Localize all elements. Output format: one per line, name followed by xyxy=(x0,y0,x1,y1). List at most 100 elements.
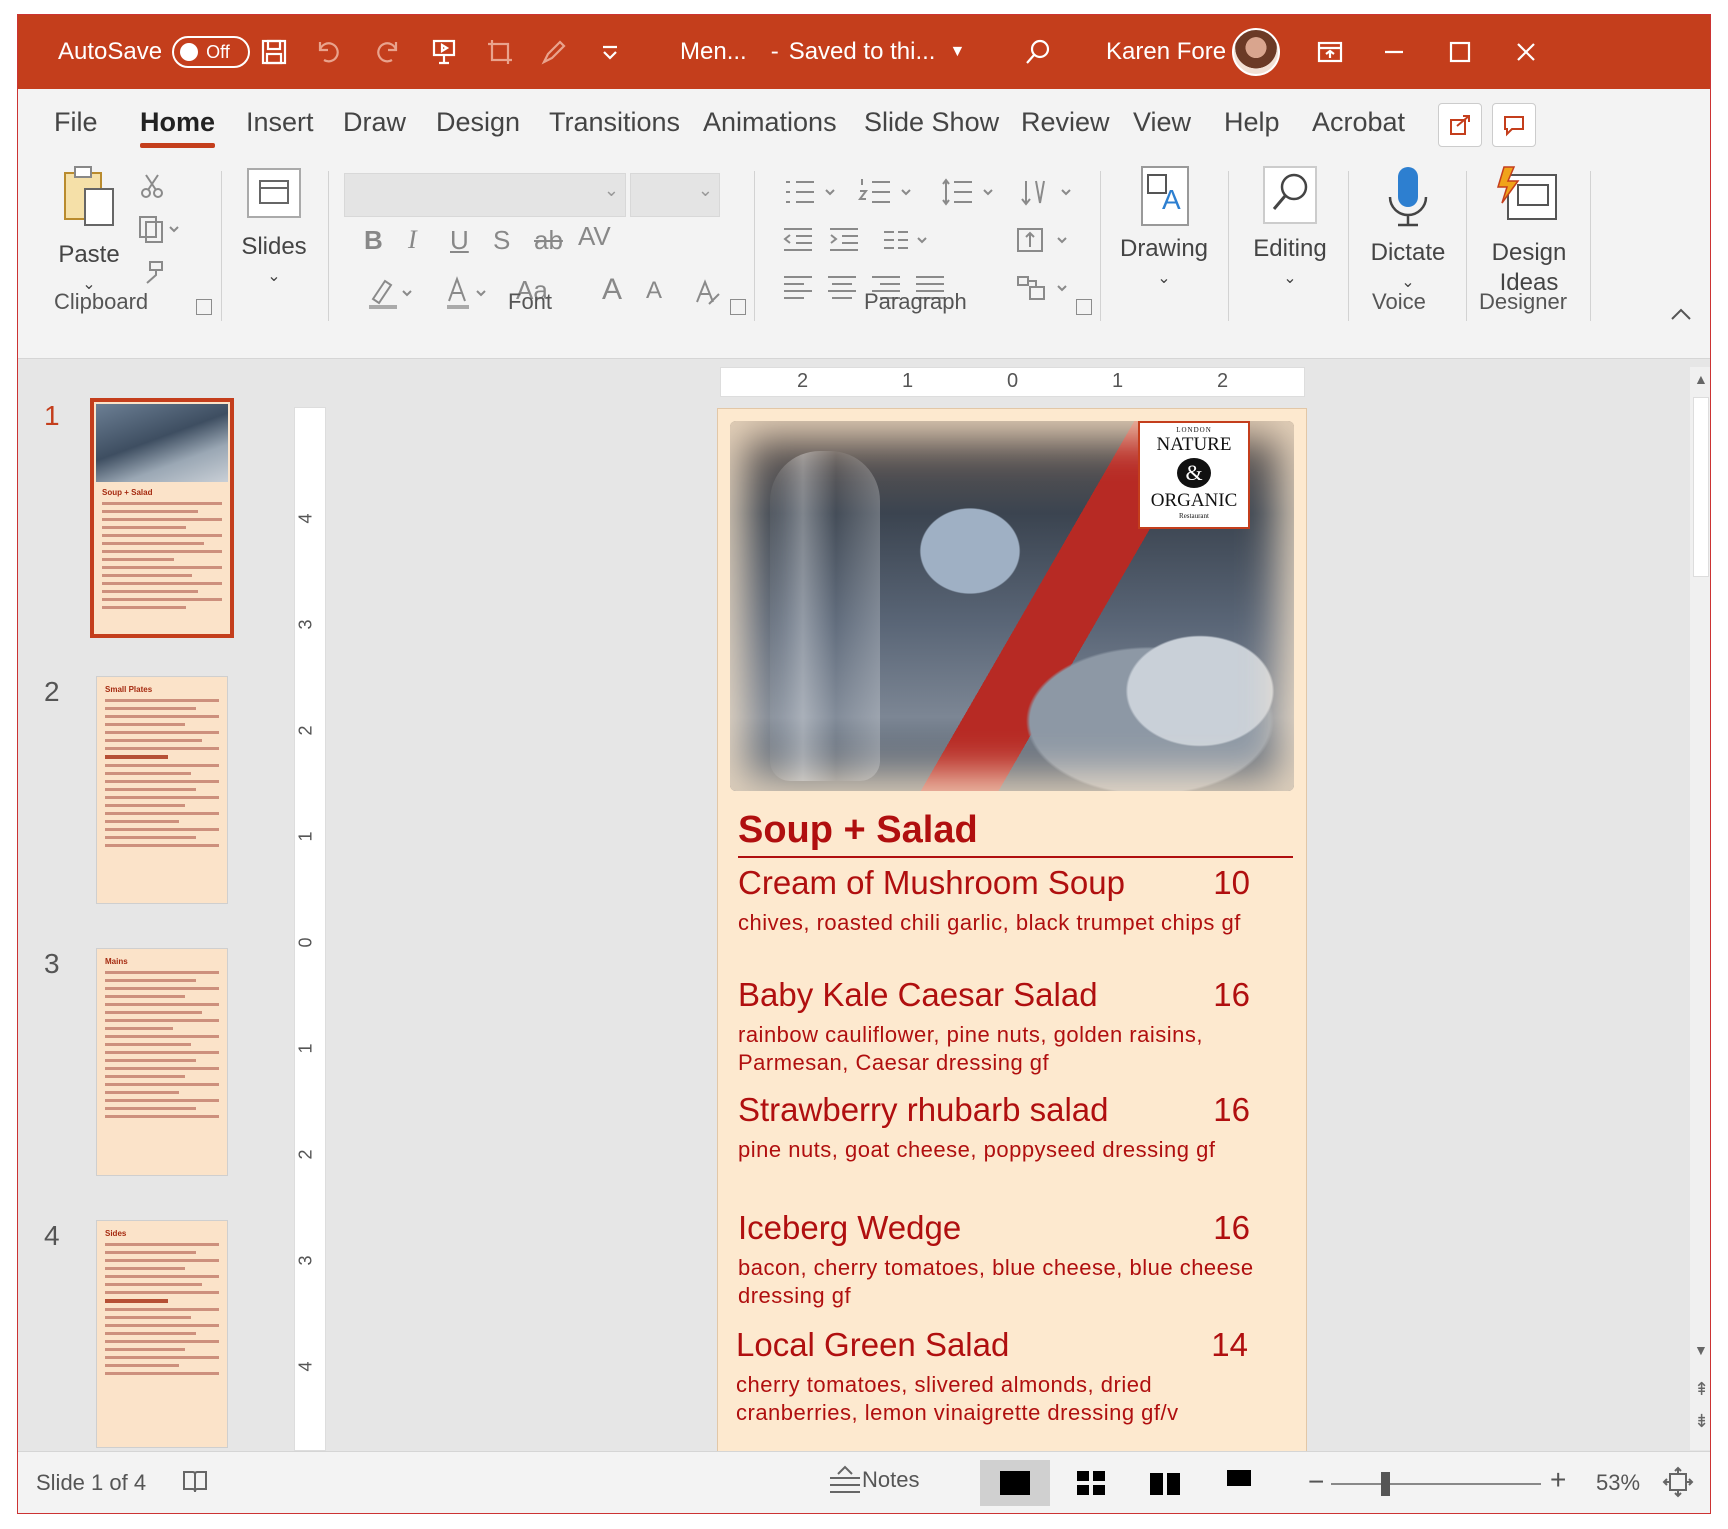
zoom-slider-track[interactable] xyxy=(1331,1483,1541,1485)
tab-insert[interactable]: Insert xyxy=(246,107,314,138)
align-center-icon[interactable] xyxy=(822,271,862,305)
chevron-down-icon[interactable]: ⌄ xyxy=(1112,264,1216,294)
character-spacing-button[interactable]: AV xyxy=(578,221,611,252)
highlight-icon[interactable] xyxy=(360,273,420,313)
fit-slide-icon[interactable] xyxy=(1662,1466,1694,1498)
zoom-out-button[interactable]: − xyxy=(1308,1466,1324,1498)
font-size-combo[interactable]: ⌄ xyxy=(630,173,720,217)
next-slide-icon[interactable]: ⇟ xyxy=(1694,1411,1709,1432)
menu-item[interactable]: Local Green Salad 14 cherry tomatoes, sl… xyxy=(736,1325,1276,1427)
align-text-icon[interactable] xyxy=(1010,223,1080,257)
slide-thumbnails-pane[interactable]: 1 Soup + Salad 2 Small Plates 3 Mains 4 … xyxy=(18,360,258,1450)
numbering-icon[interactable] xyxy=(854,175,924,209)
tab-acrobat[interactable]: Acrobat xyxy=(1312,107,1405,138)
strikethrough-button[interactable]: ab xyxy=(534,225,563,256)
restaurant-logo[interactable]: LONDON NATURE & ORGANIC Restaurant xyxy=(1138,421,1250,529)
text-direction-icon[interactable] xyxy=(1014,175,1084,209)
comments-icon[interactable] xyxy=(1492,103,1536,147)
avatar[interactable] xyxy=(1232,28,1280,76)
format-painter-icon[interactable] xyxy=(132,253,172,293)
slide-thumbnail-4[interactable]: Sides xyxy=(96,1220,228,1448)
dialog-launcher-icon[interactable] xyxy=(196,299,212,315)
undo-icon[interactable] xyxy=(308,32,348,72)
collapse-ribbon-icon[interactable] xyxy=(1670,307,1692,326)
previous-slide-icon[interactable]: ⇞ xyxy=(1694,1379,1709,1400)
dictate-button[interactable]: Dictate ⌄ xyxy=(1358,163,1458,298)
bold-button[interactable]: B xyxy=(364,225,383,256)
clear-formatting-icon[interactable] xyxy=(688,273,728,313)
tab-animations[interactable]: Animations xyxy=(703,107,837,138)
tab-file[interactable]: File xyxy=(54,107,98,138)
dialog-launcher-icon[interactable] xyxy=(1076,299,1092,315)
zoom-in-button[interactable]: + xyxy=(1550,1464,1566,1496)
convert-to-smartart-icon[interactable] xyxy=(1010,271,1080,305)
editing-button[interactable]: Editing ⌄ xyxy=(1240,163,1340,294)
font-color-icon[interactable] xyxy=(438,273,498,313)
customize-qat-icon[interactable] xyxy=(590,32,630,72)
maximize-icon[interactable] xyxy=(1440,32,1480,72)
menu-item[interactable]: Iceberg Wedge 16 bacon, cherry tomatoes,… xyxy=(738,1208,1278,1310)
underline-button[interactable]: U xyxy=(450,225,469,256)
menu-item[interactable]: Baby Kale Caesar Salad 16 rainbow caulif… xyxy=(738,975,1278,1077)
vertical-scrollbar[interactable]: ▲ ▼ ⇞ ⇟ xyxy=(1690,367,1710,1450)
slide-thumbnail-3[interactable]: Mains xyxy=(96,948,228,1176)
horizontal-ruler[interactable]: 2 1 0 1 2 xyxy=(720,367,1305,397)
chevron-down-icon[interactable]: ⌄ xyxy=(1240,264,1340,294)
notes-button[interactable]: Notes xyxy=(828,1464,919,1496)
tab-review[interactable]: Review xyxy=(1021,107,1110,138)
copy-icon[interactable] xyxy=(130,209,190,249)
slide-thumbnail-1[interactable]: Soup + Salad xyxy=(90,398,234,638)
tab-slide-show[interactable]: Slide Show xyxy=(864,107,999,138)
cut-icon[interactable] xyxy=(132,165,172,205)
tab-view[interactable]: View xyxy=(1133,107,1191,138)
tab-design[interactable]: Design xyxy=(436,107,520,138)
save-icon[interactable] xyxy=(254,32,294,72)
chevron-down-icon[interactable]: ⌄ xyxy=(234,262,314,292)
user-name[interactable]: Karen Fore xyxy=(1106,15,1226,89)
align-left-icon[interactable] xyxy=(778,271,818,305)
menu-item[interactable]: Strawberry rhubarb salad 16 pine nuts, g… xyxy=(738,1090,1278,1164)
search-icon[interactable] xyxy=(1018,32,1058,72)
scroll-down-icon[interactable]: ▼ xyxy=(1694,1342,1708,1358)
menu-item[interactable]: Cream of Mushroom Soup 10 chives, roaste… xyxy=(738,863,1278,937)
drawing-button[interactable]: A Drawing ⌄ xyxy=(1112,163,1216,294)
share-icon[interactable] xyxy=(1438,103,1482,147)
present-from-beginning-icon[interactable] xyxy=(424,32,464,72)
columns-icon[interactable] xyxy=(878,223,938,257)
tab-home[interactable]: Home xyxy=(140,107,216,148)
shadow-button[interactable]: S xyxy=(493,225,510,256)
minimize-icon[interactable] xyxy=(1374,32,1414,72)
zoom-slider-thumb[interactable] xyxy=(1381,1472,1390,1496)
ribbon-display-options-icon[interactable] xyxy=(1310,32,1350,72)
paste-button[interactable]: Paste ⌄ xyxy=(44,163,134,300)
slide-show-view-icon[interactable] xyxy=(1204,1460,1274,1506)
design-ideas-button[interactable]: Design Ideas xyxy=(1474,163,1584,298)
reading-view-icon[interactable] xyxy=(1130,1460,1200,1506)
redo-icon[interactable] xyxy=(368,32,408,72)
document-title[interactable]: Men... - Saved to thi... ▼ xyxy=(680,15,965,89)
slide-canvas[interactable]: LONDON NATURE & ORGANIC Restaurant Soup … xyxy=(718,409,1306,1451)
tab-transitions[interactable]: Transitions xyxy=(549,107,680,138)
autosave-control[interactable]: AutoSave Off xyxy=(58,15,251,89)
bullets-icon[interactable] xyxy=(778,175,848,209)
menu-section-title[interactable]: Soup + Salad xyxy=(738,809,978,852)
slide-thumbnail-2[interactable]: Small Plates xyxy=(96,676,228,904)
decrease-indent-icon[interactable] xyxy=(778,223,818,257)
font-family-combo[interactable]: ⌄ xyxy=(344,173,626,217)
slides-button[interactable]: Slides ⌄ xyxy=(234,165,314,292)
line-spacing-icon[interactable] xyxy=(936,175,1006,209)
chevron-down-icon[interactable]: ▼ xyxy=(949,43,965,61)
vertical-ruler[interactable]: 4 3 2 1 0 1 2 3 4 xyxy=(294,407,326,1451)
increase-indent-icon[interactable] xyxy=(824,223,864,257)
scrollbar-thumb[interactable] xyxy=(1693,397,1709,577)
increase-font-size-button[interactable]: A xyxy=(602,273,622,307)
slide-sorter-view-icon[interactable] xyxy=(1056,1460,1126,1506)
close-icon[interactable] xyxy=(1506,32,1546,72)
autosave-toggle[interactable]: Off xyxy=(172,36,251,68)
crop-icon[interactable] xyxy=(480,32,520,72)
accessibility-icon[interactable] xyxy=(180,1466,210,1496)
tab-draw[interactable]: Draw xyxy=(343,107,406,138)
normal-view-icon[interactable] xyxy=(980,1460,1050,1506)
dialog-launcher-icon[interactable] xyxy=(730,299,746,315)
chevron-down-icon[interactable]: ⌄ xyxy=(698,180,713,201)
